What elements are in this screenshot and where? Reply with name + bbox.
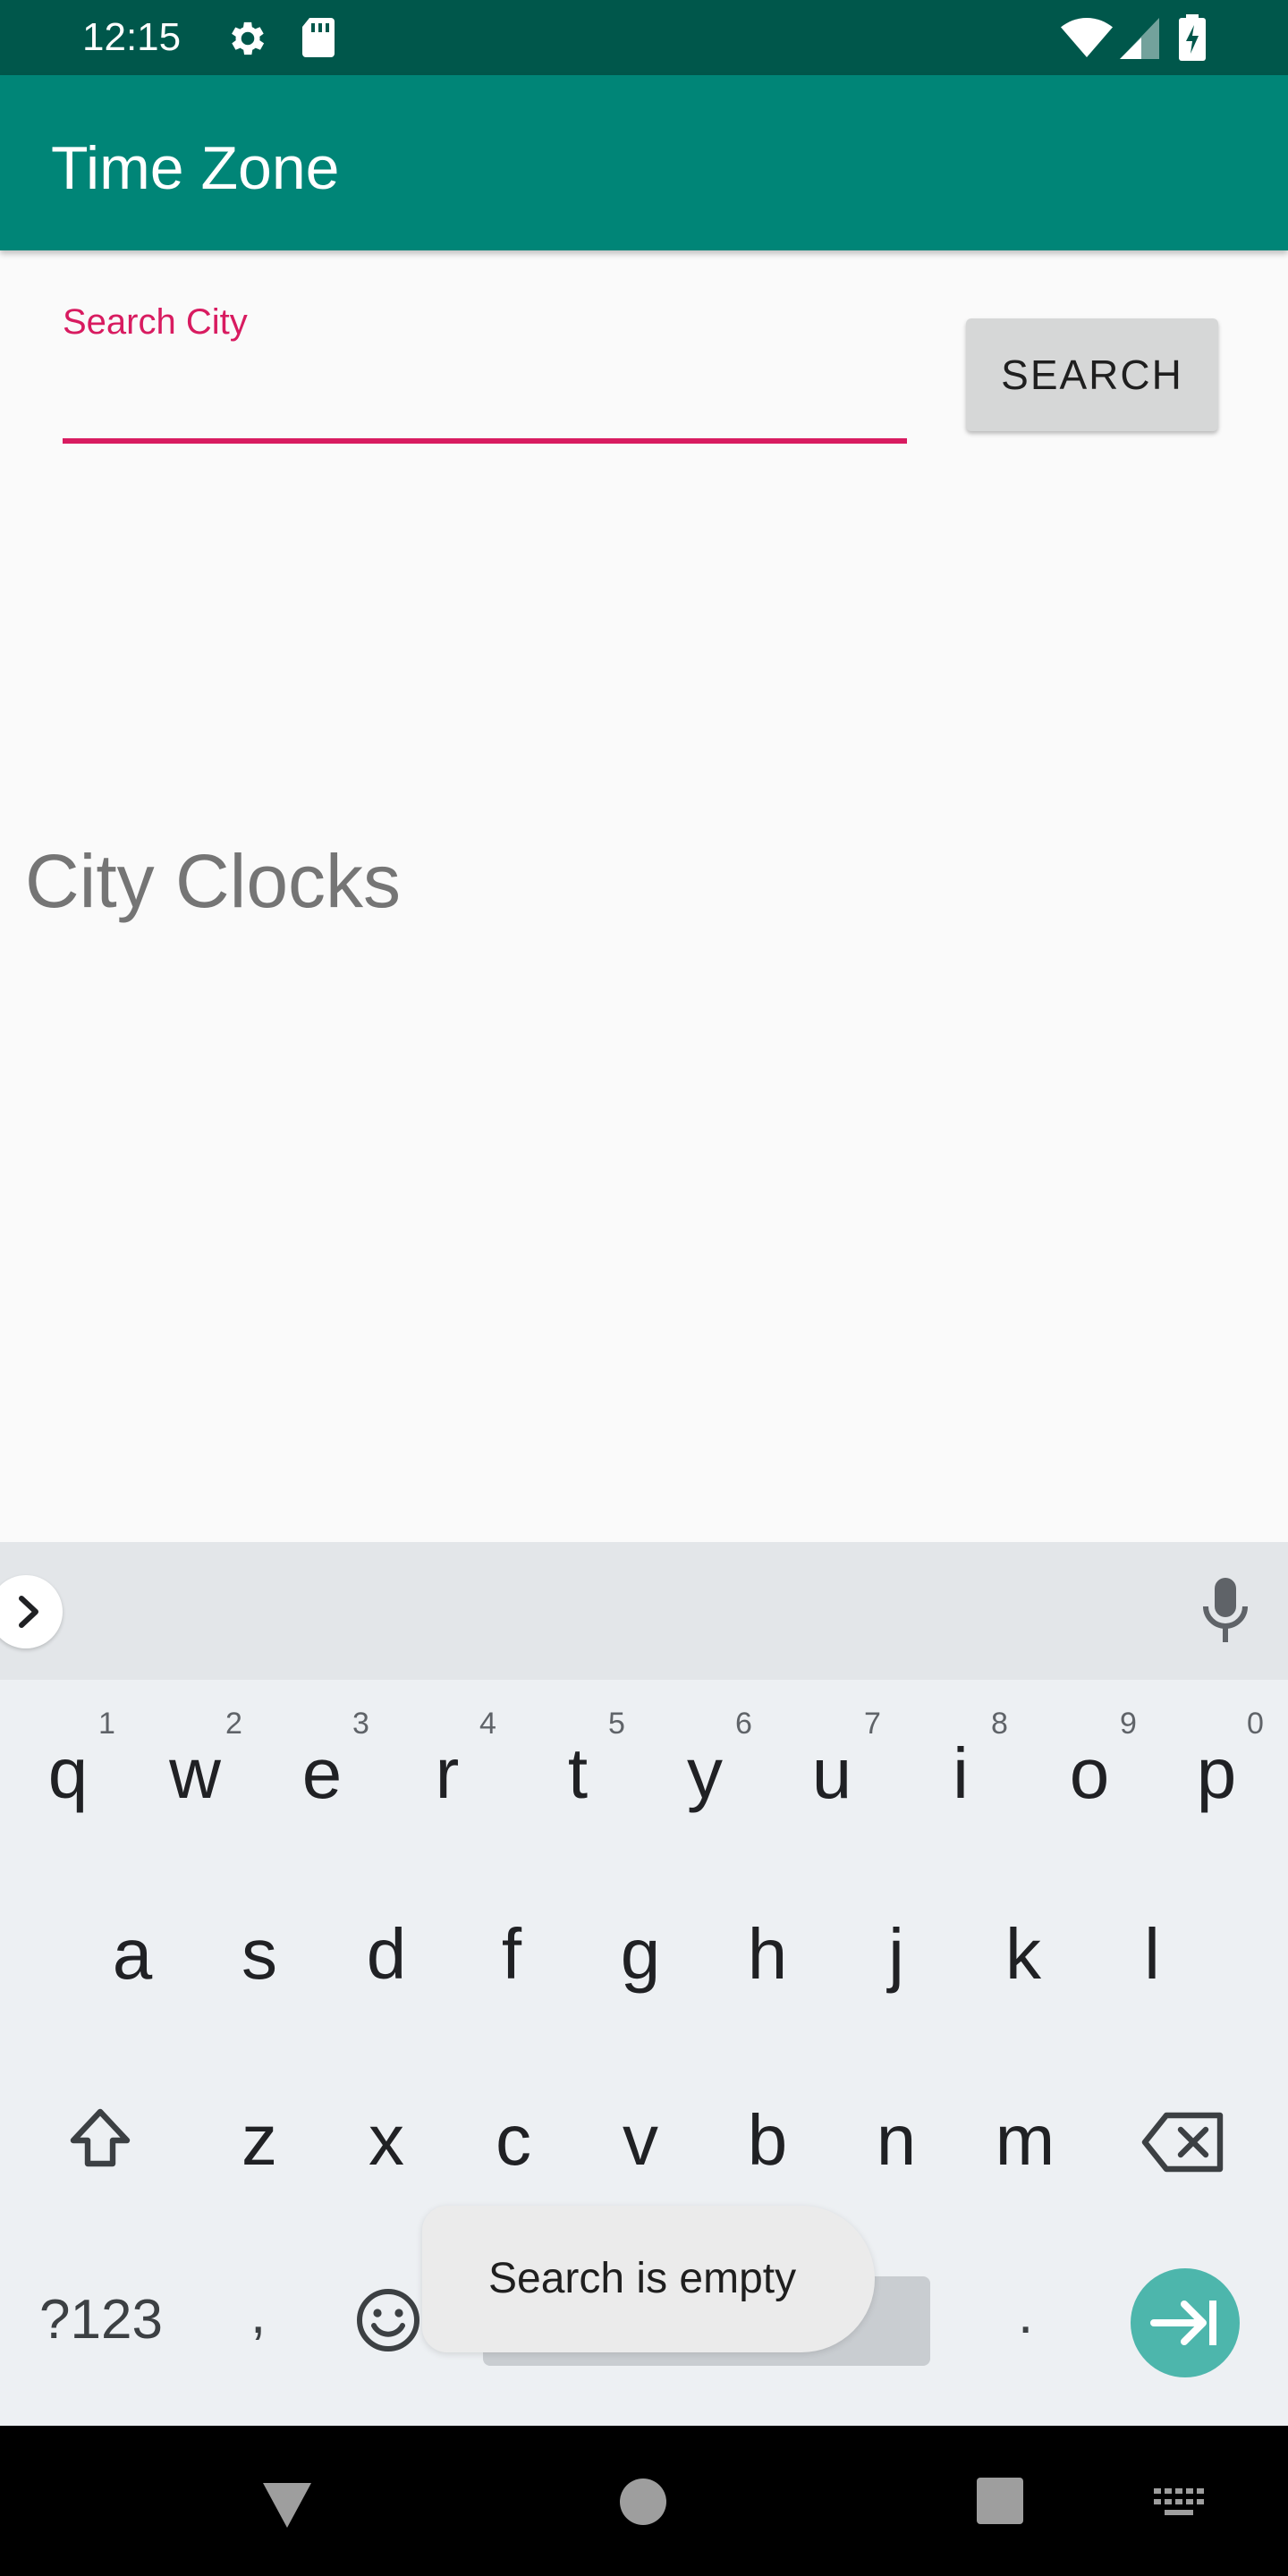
key-w-hint: 2 <box>225 1707 242 1741</box>
app-title: Time Zone <box>51 134 340 202</box>
enter-key[interactable] <box>1131 2268 1240 2377</box>
back-icon[interactable] <box>259 2479 315 2536</box>
key-n[interactable]: n <box>843 2078 950 2203</box>
status-time: 12:15 <box>82 15 182 59</box>
symbols-key[interactable]: ?123 <box>39 2288 163 2351</box>
key-a[interactable]: a <box>79 1892 186 2017</box>
search-city-label: Search City <box>63 302 248 342</box>
key-z[interactable]: z <box>206 2078 313 2203</box>
key-m[interactable]: m <box>971 2078 1079 2203</box>
recents-icon[interactable] <box>977 2478 1023 2529</box>
key-t-hint: 5 <box>608 1707 625 1741</box>
key-u-hint: 7 <box>864 1707 881 1741</box>
key-g[interactable]: g <box>587 1892 694 2017</box>
search-button[interactable]: SEARCH <box>966 318 1218 431</box>
app-bar: Time Zone <box>0 75 1288 250</box>
shift-key[interactable] <box>47 2078 154 2203</box>
key-d[interactable]: d <box>333 1892 440 2017</box>
battery-charging-icon <box>1179 14 1206 65</box>
backspace-icon <box>1141 2112 1224 2173</box>
key-l[interactable]: l <box>1098 1892 1206 2017</box>
key-h[interactable]: h <box>714 1892 821 2017</box>
navigation-bar <box>0 2426 1288 2576</box>
tab-enter-icon <box>1150 2301 1216 2345</box>
key-x[interactable]: x <box>333 2078 440 2203</box>
search-city-input[interactable] <box>63 347 907 436</box>
emoji-icon <box>357 2289 419 2351</box>
key-e-hint: 3 <box>352 1707 369 1741</box>
key-k[interactable]: k <box>970 1892 1077 2017</box>
key-c[interactable]: c <box>460 2078 567 2203</box>
key-o-hint: 9 <box>1120 1707 1137 1741</box>
key-p-hint: 0 <box>1247 1707 1264 1741</box>
cell-signal-icon <box>1120 18 1159 64</box>
key-y-hint: 6 <box>735 1707 752 1741</box>
backspace-key[interactable] <box>1131 2078 1238 2203</box>
comma-key[interactable]: , <box>250 2283 266 2346</box>
wifi-icon <box>1061 18 1113 64</box>
period-key[interactable]: . <box>1018 2283 1033 2346</box>
toast-message: Search is empty <box>422 2206 875 2352</box>
key-j[interactable]: j <box>843 1892 950 2017</box>
app-screen: 12:15 Time Zone Search City SEARCH City … <box>0 0 1288 2576</box>
keyboard-switcher-icon[interactable] <box>1154 2488 1204 2523</box>
search-input-underline <box>63 438 907 444</box>
sd-card-icon <box>299 16 338 64</box>
key-b[interactable]: b <box>714 2078 821 2203</box>
key-q-hint: 1 <box>98 1707 115 1741</box>
city-clocks-heading: City Clocks <box>25 839 402 923</box>
chevron-right-icon <box>19 1596 38 1628</box>
microphone-icon[interactable] <box>1202 1578 1249 1647</box>
key-s[interactable]: s <box>206 1892 313 2017</box>
key-r-hint: 4 <box>479 1707 496 1741</box>
gear-icon <box>225 16 270 65</box>
key-f[interactable]: f <box>458 1892 565 2017</box>
shift-icon <box>70 2108 131 2167</box>
home-icon[interactable] <box>619 2478 667 2530</box>
key-v[interactable]: v <box>587 2078 694 2203</box>
status-bar: 12:15 <box>0 0 1288 75</box>
keyboard-suggestion-strip <box>0 1542 1288 1680</box>
key-i-hint: 8 <box>991 1707 1008 1741</box>
